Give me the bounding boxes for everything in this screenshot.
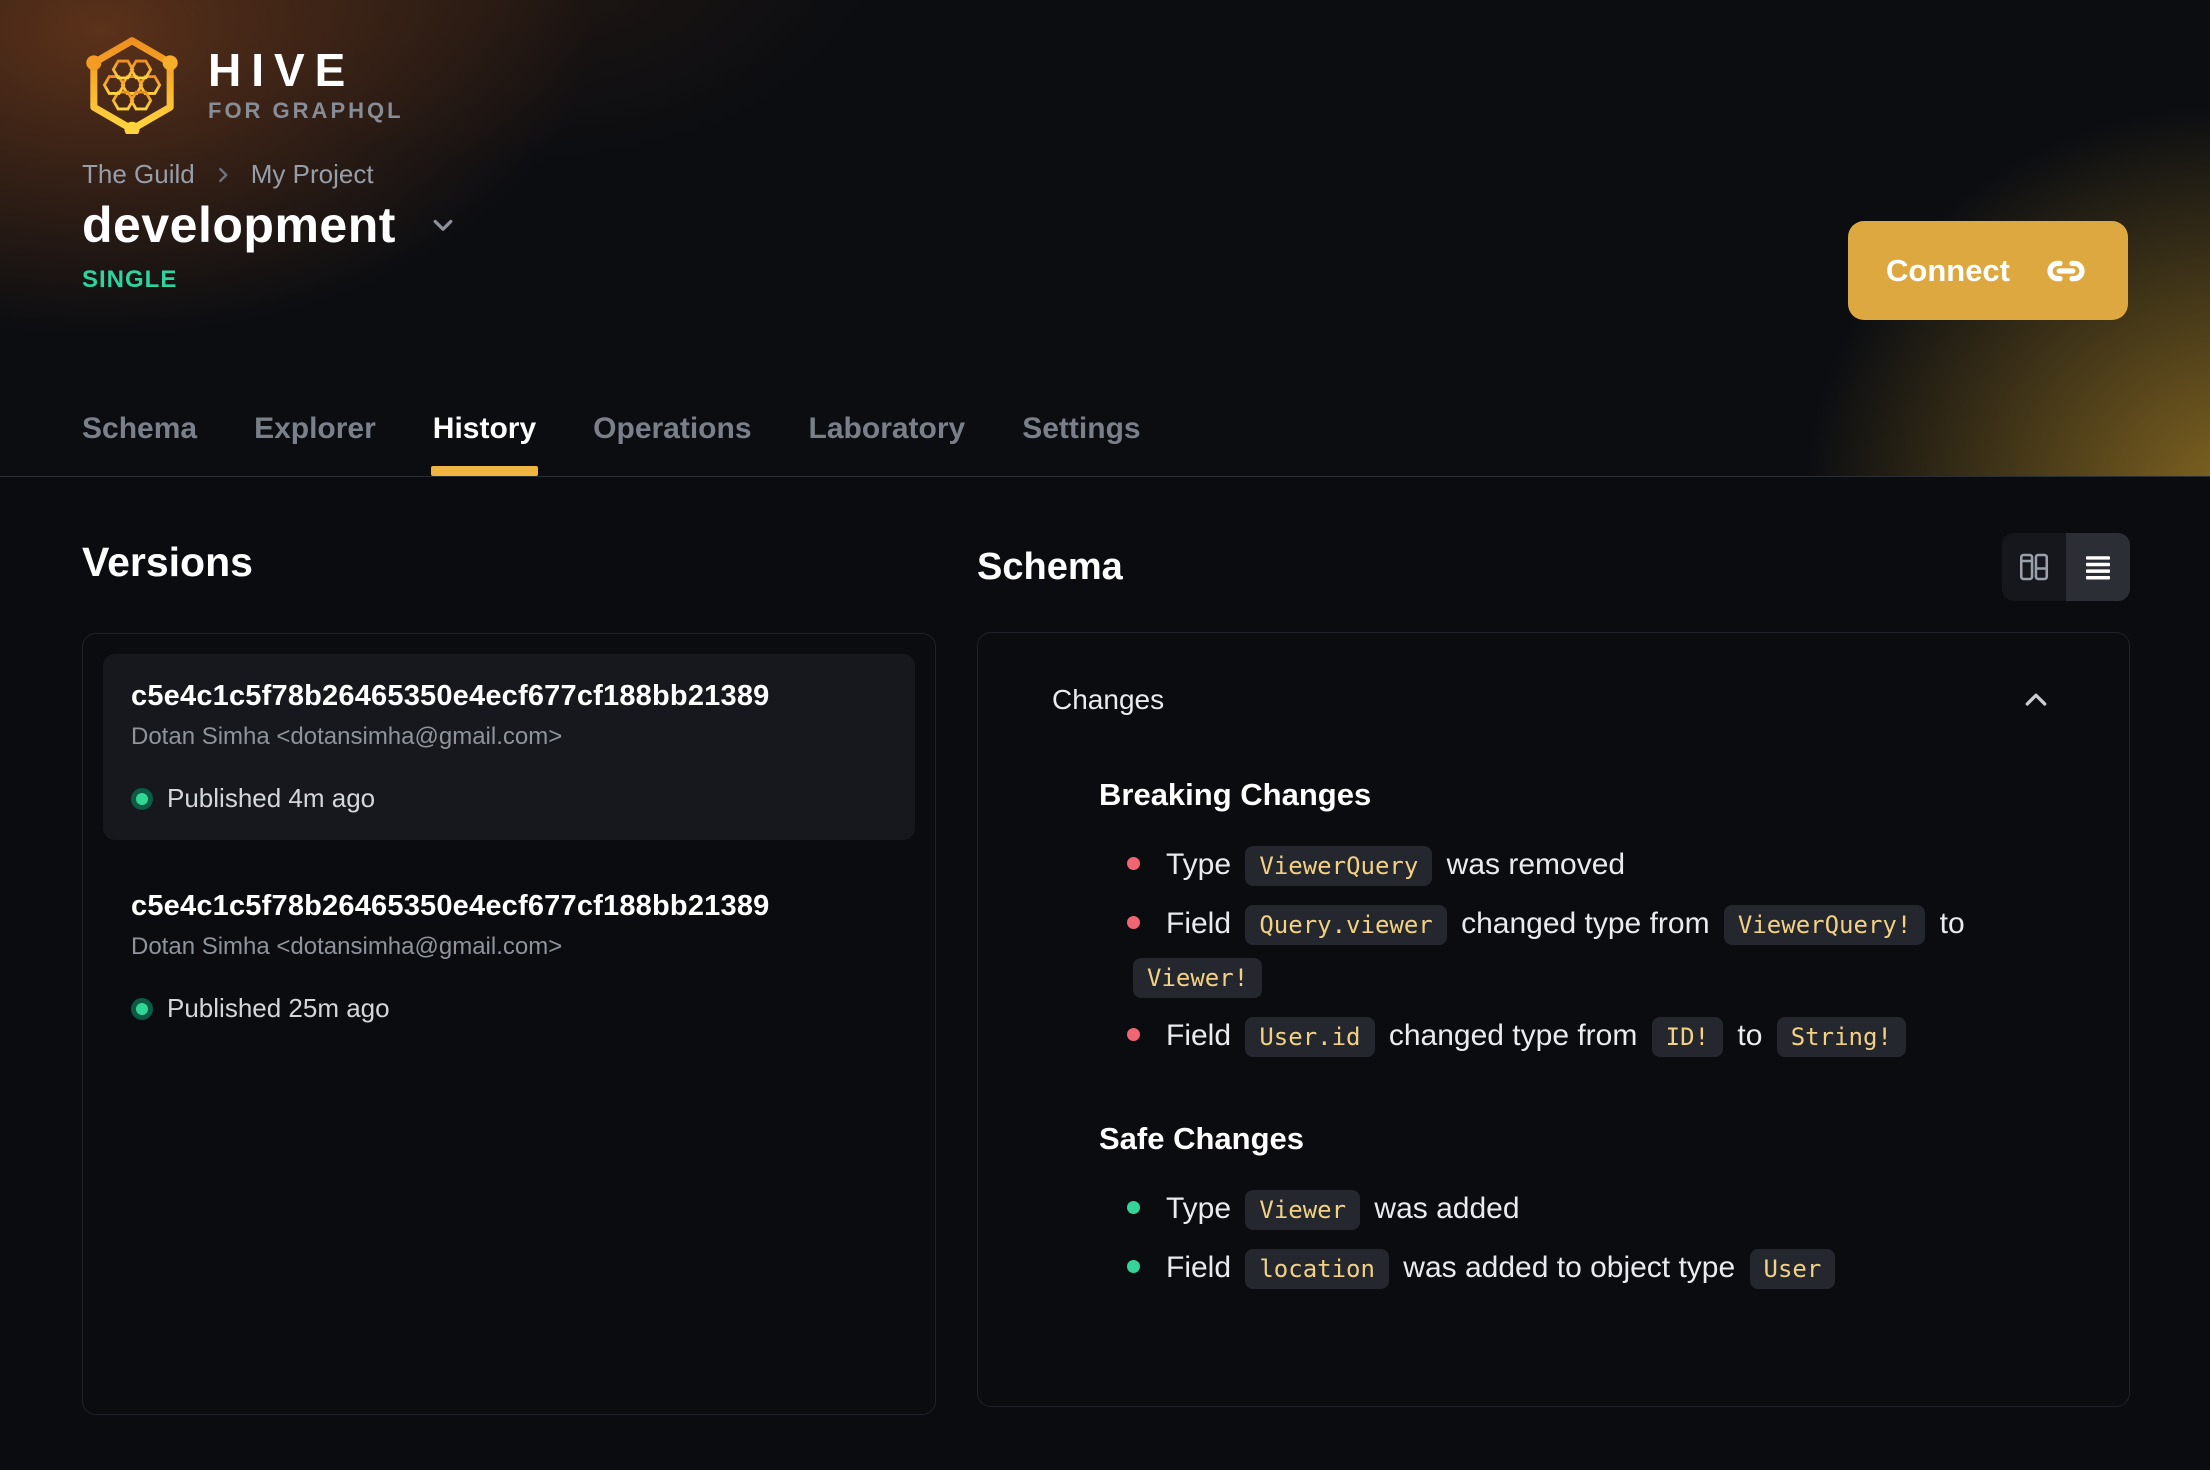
- change-group-breaking: Breaking Changes Type ViewerQuery was rem…: [1099, 777, 2055, 1063]
- change-text: Field: [1166, 1251, 1240, 1284]
- code-chip: Viewer: [1245, 1190, 1361, 1230]
- brand-name: HIVE: [208, 43, 356, 96]
- change-groups: Breaking Changes Type ViewerQuery was rem…: [1099, 777, 2055, 1295]
- versions-list: c5e4c1c5f78b26465350e4ecf677cf188bb21389…: [82, 633, 936, 1415]
- list-view-icon: [2086, 556, 2110, 580]
- schema-panel: Schema Changes Breaking Changes Type Vie…: [977, 477, 2130, 1415]
- change-text: changed type from: [1452, 907, 1718, 940]
- change-group-safe: Safe Changes Type Viewer was added Field l…: [1099, 1121, 2055, 1295]
- versions-panel: Versions c5e4c1c5f78b26465350e4ecf677cf1…: [82, 477, 936, 1415]
- brand: HIVE FOR GRAPHQL: [82, 0, 2128, 134]
- change-text: Type: [1166, 848, 1240, 881]
- tab-operations[interactable]: Operations: [593, 412, 751, 476]
- target-title-row: development: [82, 196, 2128, 254]
- change-group-title: Breaking Changes: [1099, 777, 1372, 812]
- list-view-button[interactable]: [2066, 533, 2130, 601]
- change-text: was removed: [1438, 848, 1626, 881]
- bullet-icon: [1127, 1200, 1140, 1214]
- change-list: Type ViewerQuery was removed Field Query.…: [1099, 839, 2055, 1063]
- change-text: Type: [1166, 1192, 1240, 1225]
- breadcrumb-project[interactable]: My Project: [251, 159, 374, 190]
- main-content: Versions c5e4c1c5f78b26465350e4ecf677cf1…: [0, 477, 2210, 1415]
- change-group-title: Safe Changes: [1099, 1121, 1305, 1156]
- change-text: to: [1729, 1019, 1771, 1052]
- connect-button[interactable]: Connect: [1848, 221, 2128, 320]
- bullet-icon: [1127, 856, 1140, 870]
- columns-view-button[interactable]: [2002, 533, 2066, 601]
- version-hash: c5e4c1c5f78b26465350e4ecf677cf188bb21389: [131, 890, 770, 922]
- version-status-text: Published 4m ago: [167, 783, 376, 813]
- published-dot-icon: [131, 787, 153, 810]
- changes-collapse-row[interactable]: Changes: [1052, 681, 2055, 719]
- version-status: Published 4m ago: [131, 783, 887, 814]
- change-text: was added: [1366, 1192, 1520, 1225]
- version-status-text: Published 25m ago: [167, 993, 390, 1023]
- brand-tagline: FOR GRAPHQL: [208, 97, 404, 123]
- breadcrumb-org[interactable]: The Guild: [82, 159, 195, 190]
- version-card[interactable]: c5e4c1c5f78b26465350e4ecf677cf188bb21389…: [103, 864, 915, 1050]
- code-chip: User: [1749, 1249, 1836, 1289]
- code-chip: String!: [1776, 1017, 1906, 1057]
- change-text: was added to object type: [1394, 1251, 1744, 1284]
- tab-settings[interactable]: Settings: [1022, 412, 1140, 476]
- change-item: Field location was added to object type …: [1127, 1242, 2032, 1295]
- code-chip: ID!: [1651, 1017, 1724, 1057]
- schema-heading: Schema: [977, 545, 1123, 588]
- bullet-icon: [1127, 1027, 1140, 1041]
- page-title: development: [82, 197, 396, 253]
- code-chip: Viewer!: [1133, 958, 1263, 998]
- changes-panel: Changes Breaking Changes Type ViewerQuery…: [977, 632, 2130, 1407]
- bullet-icon: [1127, 915, 1140, 929]
- columns-view-icon: [2019, 553, 2049, 581]
- change-text: Field: [1166, 1019, 1240, 1052]
- change-item: Type ViewerQuery was removed: [1127, 839, 2032, 892]
- change-list: Type Viewer was added Field location was …: [1099, 1183, 2055, 1295]
- code-chip: location: [1245, 1249, 1389, 1289]
- version-author: Dotan Simha <dotansimha@gmail.com>: [131, 933, 563, 960]
- change-text: changed type from: [1380, 1019, 1646, 1052]
- change-text: Field: [1166, 907, 1240, 940]
- code-chip: ViewerQuery!: [1723, 905, 1926, 945]
- chevron-up-icon: [2025, 693, 2047, 706]
- tab-history[interactable]: History: [430, 412, 539, 476]
- breadcrumb: The Guild My Project: [82, 159, 2128, 190]
- hive-logo-icon: [86, 37, 178, 134]
- link-icon: [2047, 260, 2085, 281]
- change-text: to: [1931, 907, 1965, 940]
- versions-heading: Versions: [82, 539, 253, 585]
- schema-header-row: Schema: [977, 533, 2130, 601]
- change-item: Field User.id changed type from ID! to S…: [1127, 1010, 2032, 1063]
- version-hash: c5e4c1c5f78b26465350e4ecf677cf188bb21389: [131, 680, 770, 712]
- brand-text: HIVE FOR GRAPHQL: [208, 47, 404, 124]
- version-status: Published 25m ago: [131, 993, 887, 1024]
- code-chip: ViewerQuery: [1245, 846, 1433, 886]
- tab-bar: Schema Explorer History Operations Laborator…: [82, 412, 1141, 476]
- tab-laboratory[interactable]: Laboratory: [809, 412, 966, 476]
- version-card[interactable]: c5e4c1c5f78b26465350e4ecf677cf188bb21389…: [103, 654, 915, 840]
- status-badge: SINGLE: [82, 266, 178, 293]
- tab-explorer[interactable]: Explorer: [254, 412, 376, 476]
- connect-button-label: Connect: [1886, 252, 2010, 288]
- changes-heading: Changes: [1052, 684, 1165, 715]
- published-dot-icon: [131, 997, 153, 1020]
- target-selector-button[interactable]: [426, 208, 460, 242]
- change-item: Type Viewer was added: [1127, 1183, 2032, 1236]
- change-item: Field Query.viewer changed type from Vie…: [1127, 898, 2032, 1004]
- version-author: Dotan Simha <dotansimha@gmail.com>: [131, 723, 563, 750]
- code-chip: User.id: [1245, 1017, 1375, 1057]
- tab-schema[interactable]: Schema: [82, 412, 197, 476]
- view-toggle: [2002, 533, 2130, 601]
- code-chip: Query.viewer: [1245, 905, 1447, 945]
- chevron-down-icon: [433, 219, 453, 231]
- chevron-right-icon: [210, 162, 236, 188]
- page-header: HIVE FOR GRAPHQL The Guild My Project de…: [0, 0, 2210, 477]
- bullet-icon: [1127, 1259, 1140, 1273]
